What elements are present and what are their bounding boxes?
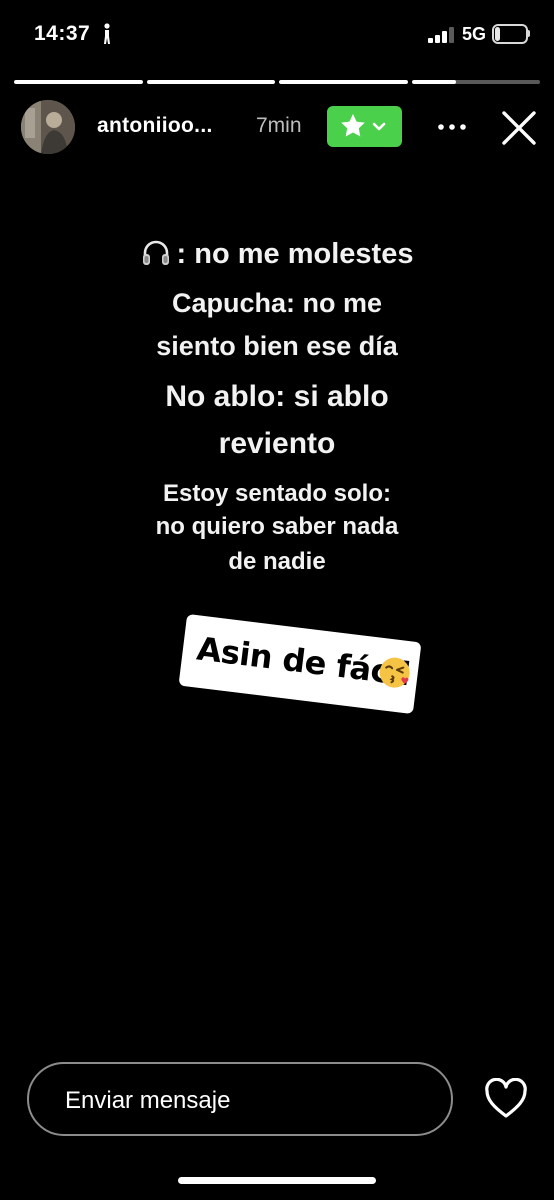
avatar[interactable] [21, 100, 75, 154]
story-text-line-4: No ablo: si ablo [165, 380, 389, 413]
network-type: 5G [462, 24, 487, 44]
story-progress-segment [146, 80, 275, 84]
story-text-line-2: Capucha: no me [171, 288, 383, 318]
story-text-line-1: : no me molestes [176, 238, 414, 270]
story-progress-bar [14, 80, 540, 84]
more-options-icon[interactable] [436, 115, 468, 139]
story-text-line-3: siento bien ese día [156, 331, 398, 361]
story-progress-fill [279, 80, 408, 84]
story-text-line-8: de nadie [228, 548, 326, 575]
kissing-face-icon [379, 657, 410, 688]
username[interactable]: antoniioo... [97, 114, 213, 138]
heart-icon[interactable] [484, 1078, 528, 1120]
status-time: 14:37 [34, 22, 91, 45]
home-indicator[interactable] [178, 1177, 376, 1184]
battery-tip [528, 30, 530, 37]
signal-icon [428, 27, 454, 43]
walking-person-icon [104, 23, 110, 44]
story-text-line-7: no quiero saber nada [155, 513, 399, 540]
story-text-line: : no me molestes [0, 238, 554, 271]
story-progress-fill [411, 80, 457, 84]
headphones-icon [142, 240, 169, 265]
story-text-line-6: Estoy sentado solo: [162, 480, 392, 507]
story-progress-segment [279, 80, 408, 84]
message-placeholder: Enviar mensaje [65, 1087, 231, 1114]
story-progress-segment [14, 80, 143, 84]
story-progress-segment [411, 80, 540, 84]
story-progress-fill [146, 80, 275, 84]
close-friends-badge[interactable] [327, 106, 402, 147]
status-bar: 14:37 5G 18 [0, 0, 554, 70]
star-icon [341, 114, 386, 137]
story-progress-fill [14, 80, 143, 84]
story-text-line-5: reviento [218, 427, 336, 460]
avatar-photo [21, 100, 75, 154]
text-sticker: Asin de fácil [178, 613, 422, 715]
close-icon[interactable] [500, 109, 538, 147]
battery-icon: 18 [492, 24, 528, 44]
message-input[interactable]: Enviar mensaje [27, 1062, 453, 1136]
story-time-ago: 7min [256, 114, 302, 137]
battery-level: 18 [502, 26, 518, 41]
